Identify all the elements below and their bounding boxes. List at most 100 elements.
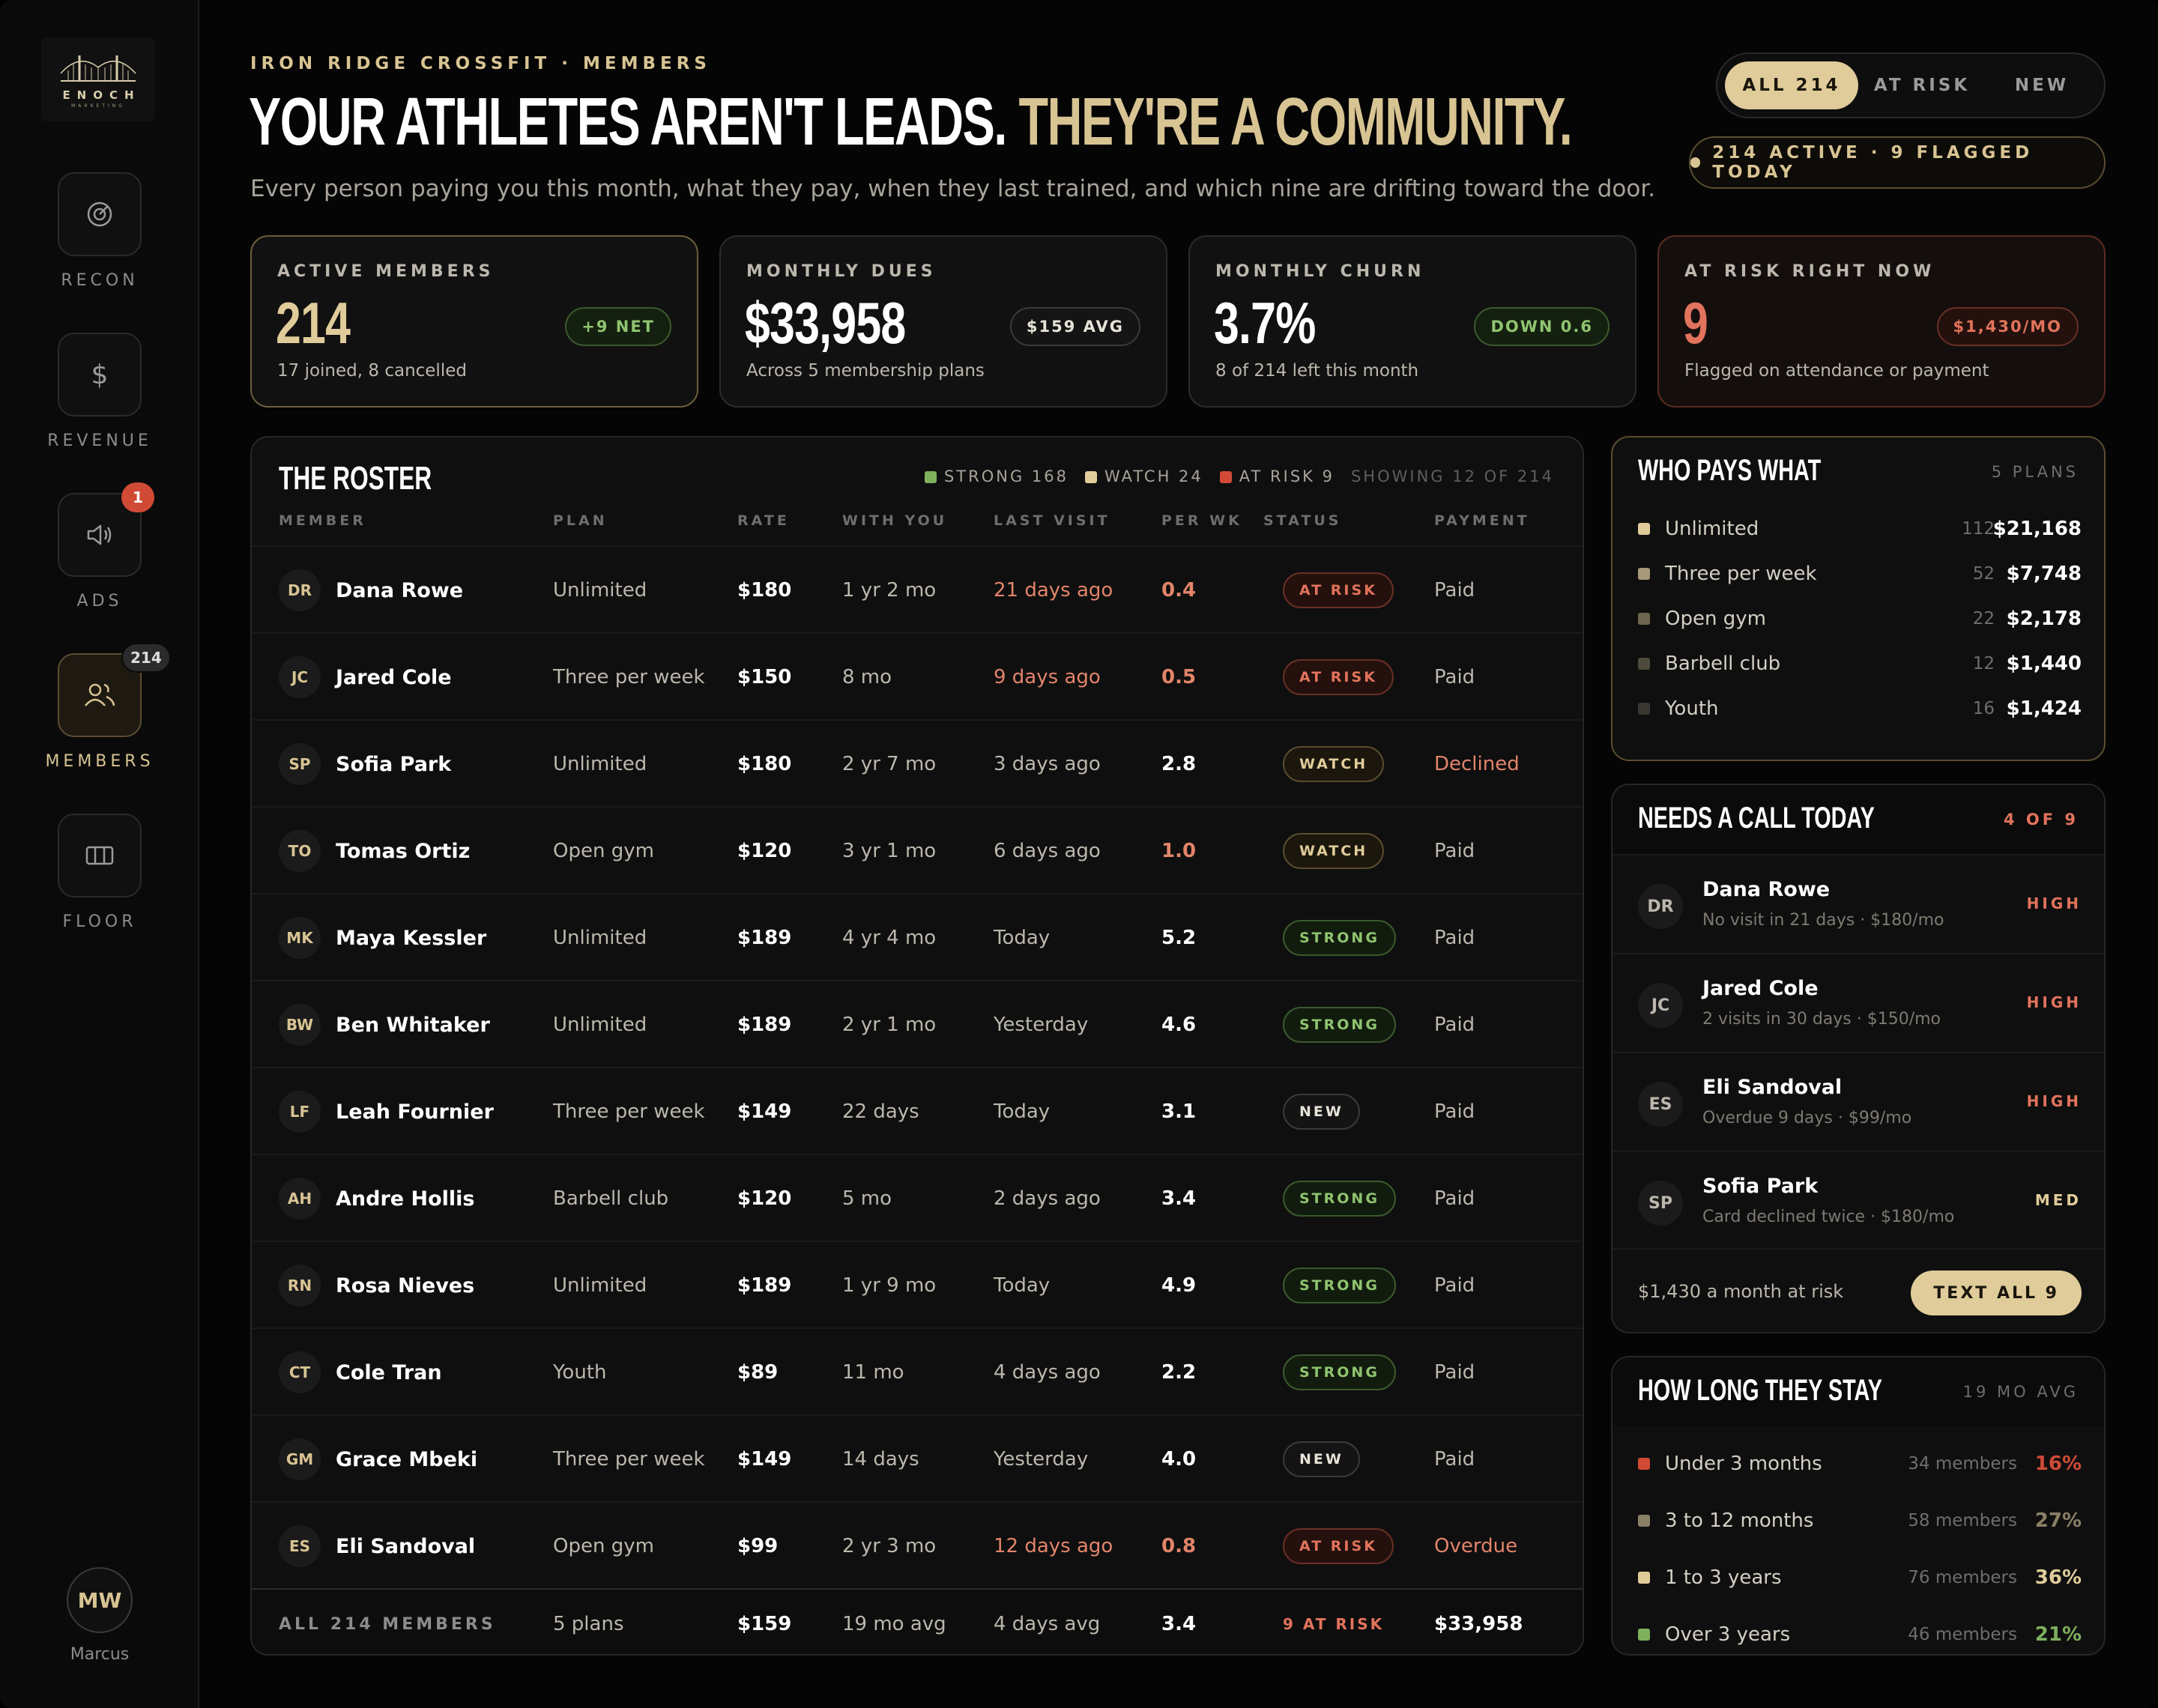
member-rate: $149 [737,1448,792,1471]
nav-floor[interactable]: FLOOR [0,814,199,948]
member-avatar: BW [279,1004,321,1046]
tenure-row[interactable]: 3 to 12 months 58 members 27% [1613,1492,2104,1549]
member-name[interactable]: Jared Cole [336,634,452,721]
plan-swatch [1638,703,1650,715]
plan-row[interactable]: Barbell club 12 $1,440 [1613,641,2104,686]
table-row[interactable]: DR Dana Rowe Unlimited $180 1 yr 2 mo 21 days… [252,545,1583,634]
kpi-sub: 8 of 214 left this month [1215,361,1419,381]
table-row[interactable]: SP Sofia Park Unlimited $180 2 yr 7 mo 3 days… [252,719,1583,808]
member-plan: Unlimited [553,927,647,949]
nav-label: ADS [76,592,123,611]
status-pill: 214 ACTIVE · 9 FLAGGED TODAY [1689,136,2106,189]
table-row[interactable]: MK Maya Kessler Unlimited $189 4 yr 4 mo Toda… [252,893,1583,981]
kpi-value: $33,958 [745,290,906,356]
member-avatar: GM [279,1438,321,1480]
call-item[interactable]: DR Dana Rowe No visit in 21 days · $180/mo… [1613,854,2104,953]
member-status-cell: WATCH [1283,808,1385,894]
legend-watch[interactable]: WATCH 24 [1084,467,1203,485]
col-with-you[interactable]: WITH YOU [842,512,947,529]
legend-watch-label: WATCH 24 [1104,467,1203,485]
calls-footer: $1,430 a month at risk TEXT ALL 9 [1613,1248,2104,1332]
table-row[interactable]: BW Ben Whitaker Unlimited $189 2 yr 1 mo Yest… [252,980,1583,1068]
call-detail: Overdue 9 days · $99/mo [1702,1109,1912,1127]
plan-amount: $1,424 [2006,697,2082,720]
kpi-chip: DOWN 0.6 [1474,307,1610,346]
table-row[interactable]: JC Jared Cole Three per week $150 8 mo 9 days… [252,632,1583,721]
filter-new[interactable]: NEW [1986,61,2098,109]
member-status-cell: STRONG [1283,1155,1396,1242]
table-row[interactable]: ES Eli Sandoval Open gym $99 2 yr 3 mo 12 day… [252,1501,1583,1590]
member-name[interactable]: Tomas Ortiz [336,808,470,894]
text-all-button[interactable]: TEXT ALL 9 [1911,1271,2082,1315]
member-last-visit: Today [994,1274,1051,1297]
kpi-monthly-churn: MONTHLY CHURN 3.7% DOWN 0.6 8 of 214 lef… [1188,235,1636,408]
legend-risk[interactable]: AT RISK 9 [1219,467,1335,485]
member-plan: Three per week [553,1100,705,1123]
member-tenure: 3 yr 1 mo [842,840,937,862]
plan-row[interactable]: Unlimited 112 $21,168 [1613,506,2104,551]
user-avatar[interactable]: MW [67,1567,133,1633]
status-badge: STRONG [1283,1181,1396,1217]
member-name[interactable]: Cole Tran [336,1329,442,1416]
member-rate: $180 [737,753,792,775]
call-item[interactable]: SP Sofia Park Card declined twice · $180/m… [1613,1151,2104,1250]
col-per-week[interactable]: PER WK [1161,512,1242,529]
member-rate: $189 [737,1274,792,1297]
col-rate[interactable]: RATE [737,512,790,529]
call-item[interactable]: JC Jared Cole 2 visits in 30 days · $150/m… [1613,953,2104,1052]
member-last-visit: Yesterday [994,1448,1089,1471]
call-item[interactable]: ES Eli Sandoval Overdue 9 days · $99/mo HIG… [1613,1052,2104,1151]
status-badge: AT RISK [1283,1528,1394,1564]
nav-label: MEMBERS [45,752,154,771]
member-name[interactable]: Ben Whitaker [336,981,490,1068]
table-row[interactable]: RN Rosa Nieves Unlimited $189 1 yr 9 mo Today… [252,1241,1583,1329]
member-tenure: 1 yr 9 mo [842,1274,937,1297]
plan-row[interactable]: Youth 16 $1,424 [1613,686,2104,731]
member-name[interactable]: Grace Mbeki [336,1416,477,1503]
nav-recon[interactable]: RECON [0,172,199,307]
plan-row[interactable]: Three per week 52 $7,748 [1613,551,2104,596]
member-name[interactable]: Sofia Park [336,721,451,808]
table-row[interactable]: GM Grace Mbeki Three per week $149 14 days Ye… [252,1414,1583,1503]
member-name[interactable]: Leah Fournier [336,1068,494,1155]
col-plan[interactable]: PLAN [553,512,608,529]
filter-at-risk[interactable]: AT RISK [1864,61,1980,109]
brand-logo[interactable]: ENOCH MARKETING [41,37,155,121]
call-avatar: ES [1638,1082,1683,1127]
total-with: 19 mo avg [842,1613,946,1635]
col-payment[interactable]: PAYMENT [1434,512,1530,529]
member-name[interactable]: Dana Rowe [336,547,463,634]
call-priority: MED [2034,1191,2082,1209]
legend-strong[interactable]: STRONG 168 [924,467,1069,485]
member-name[interactable]: Eli Sandoval [336,1503,475,1590]
page-subtitle: Every person paying you this month, what… [250,175,1656,202]
plan-count: 22 [1972,609,1995,629]
member-payment: Paid [1434,1361,1475,1384]
col-member[interactable]: MEMBER [279,512,366,529]
filter-all[interactable]: ALL 214 [1725,61,1858,109]
member-payment: Paid [1434,666,1475,688]
call-avatar: DR [1638,884,1683,929]
kpi-value: 3.7% [1214,290,1316,356]
table-row[interactable]: CT Cole Tran Youth $89 11 mo 4 days ago 2.2 STR… [252,1327,1583,1416]
member-tenure: 22 days [842,1100,919,1123]
tenure-row[interactable]: Over 3 years 46 members 21% [1613,1606,2104,1654]
member-last-visit: 3 days ago [994,753,1101,775]
table-row[interactable]: TO Tomas Ortiz Open gym $120 3 yr 1 mo 6 days… [252,806,1583,894]
member-payment: Declined [1434,753,1520,775]
nav-revenue[interactable]: $ REVENUE [0,333,199,467]
member-name[interactable]: Rosa Nieves [336,1242,474,1329]
table-row[interactable]: AH Andre Hollis Barbell club $120 5 mo 2 days… [252,1154,1583,1242]
nav-members[interactable]: 214 MEMBERS [0,643,199,788]
tenure-row[interactable]: 1 to 3 years 76 members 36% [1613,1549,2104,1606]
plan-row[interactable]: Open gym 22 $2,178 [1613,596,2104,641]
tenure-row[interactable]: Under 3 months 34 members 16% [1613,1435,2104,1492]
table-row[interactable]: LF Leah Fournier Three per week $149 22 days… [252,1067,1583,1155]
member-per-week: 3.1 [1161,1100,1197,1123]
member-name[interactable]: Andre Hollis [336,1155,474,1242]
nav-ads[interactable]: 1 ADS [0,482,199,628]
nav-label: FLOOR [62,912,137,931]
col-status[interactable]: STATUS [1263,512,1341,529]
col-last-visit[interactable]: LAST VISIT [994,512,1110,529]
member-name[interactable]: Maya Kessler [336,894,486,981]
